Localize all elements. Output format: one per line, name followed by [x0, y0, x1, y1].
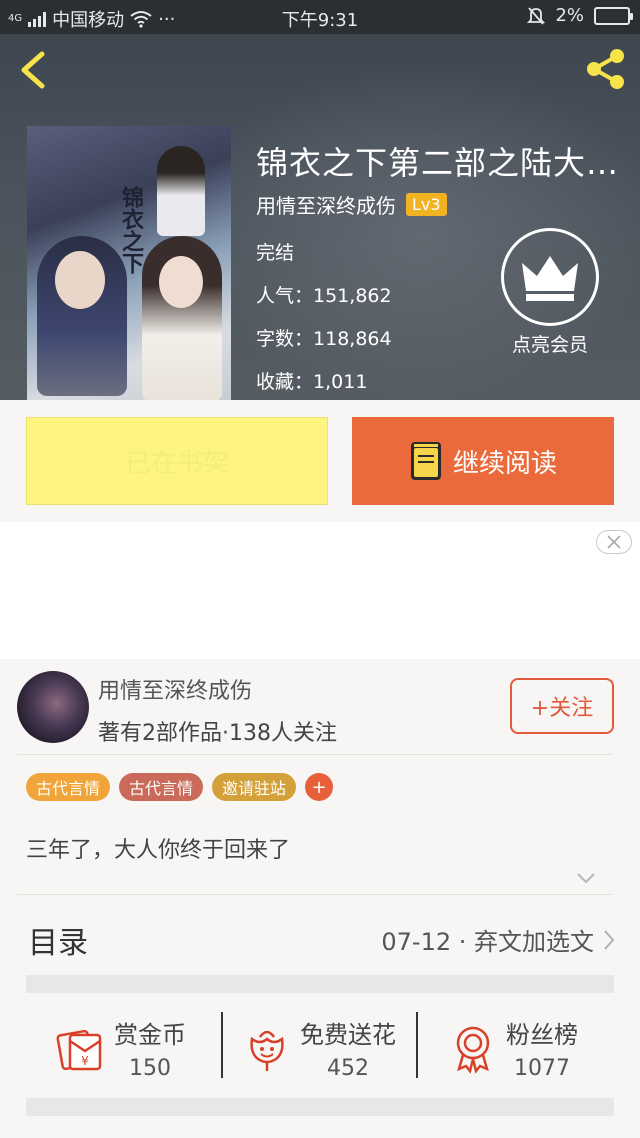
- toc-row[interactable]: 目录 07-12 · 弃文加选文: [26, 918, 616, 961]
- follow-button[interactable]: +关注: [510, 678, 614, 734]
- book-title: 锦衣之下第二部之陆大人...: [256, 144, 626, 182]
- battery-percent: 2%: [555, 5, 584, 26]
- reward-value: 150: [129, 1056, 171, 1081]
- fans-label: 粉丝榜: [506, 1021, 578, 1049]
- vip-button[interactable]: 点亮会员: [500, 228, 600, 358]
- word-count-label: 字数：: [256, 328, 314, 350]
- tag-chip[interactable]: 邀请驻站: [212, 773, 297, 801]
- popularity-value: 151,862: [313, 285, 392, 307]
- share-icon[interactable]: [580, 44, 630, 94]
- section-separator: [26, 1098, 614, 1116]
- status-bar: 4G 中国移动 ··· 下午9:31 2%: [0, 0, 640, 34]
- ad-close-button[interactable]: [596, 530, 632, 554]
- reward-coins-button[interactable]: ¥ 赏金币 150: [54, 1000, 186, 1096]
- continue-reading-button[interactable]: 继续阅读: [352, 417, 614, 505]
- red-envelope-icon: ¥: [56, 1029, 102, 1071]
- author-card[interactable]: 用情至深终成伤 著有2部作品·138人关注 +关注: [0, 659, 640, 755]
- ad-banner: [0, 522, 640, 659]
- back-arrow-icon[interactable]: [14, 48, 54, 92]
- book-status: 完结: [256, 242, 295, 264]
- chevron-down-icon[interactable]: [576, 872, 596, 884]
- flowers-value: 452: [327, 1056, 369, 1081]
- favorites-value: 1,011: [313, 371, 368, 393]
- on-shelf-label: 已在书架: [124, 448, 229, 479]
- fans-value: 1077: [514, 1056, 570, 1081]
- book-intro: 三年了，大人你终于回来了: [26, 838, 291, 863]
- divider: [416, 1012, 418, 1078]
- word-count-value: 118,864: [313, 328, 392, 350]
- chevron-right-icon: [604, 930, 615, 950]
- popularity-label: 人气：: [256, 285, 314, 307]
- follow-label: +关注: [530, 696, 594, 721]
- svg-text:¥: ¥: [81, 1054, 89, 1068]
- battery-icon: [594, 6, 633, 25]
- close-icon: [607, 535, 621, 549]
- free-flowers-button[interactable]: 免费送花 452: [240, 1000, 396, 1096]
- flower-icon: [250, 1030, 284, 1071]
- fans-ranking-button[interactable]: 粉丝榜 1077: [446, 1000, 578, 1096]
- book-icon: [410, 442, 441, 480]
- level-badge: Lv3: [406, 193, 447, 216]
- divider: [221, 1012, 223, 1078]
- tag-chip[interactable]: 古代言情: [119, 773, 204, 801]
- stats-row: ¥ 赏金币 150 免费送花 452 粉丝榜 1077: [26, 1000, 614, 1096]
- add-tag-button[interactable]: +: [305, 773, 334, 801]
- favorites-label: 收藏：: [256, 371, 314, 393]
- action-bar: 已在书架 继续阅读: [0, 400, 640, 522]
- mute-bell-icon: [527, 6, 546, 25]
- flowers-label: 免费送花: [300, 1021, 396, 1049]
- latest-chapter: 07-12 · 弃文加选文: [381, 928, 594, 956]
- cover-title-art: 锦衣之下: [118, 186, 144, 274]
- vip-label: 点亮会员: [511, 334, 588, 356]
- avatar[interactable]: [17, 671, 89, 743]
- medal-icon: [456, 1026, 490, 1074]
- book-header: 锦衣之下 锦衣之下第二部之陆大人... 用情至深终成伤 Lv3 完结 人气：15…: [0, 34, 640, 400]
- divider: [17, 894, 613, 895]
- popularity-stat: 人气：151,862: [256, 281, 392, 308]
- tag-chip[interactable]: 古代言情: [26, 773, 111, 801]
- favorites-stat: 收藏：1,011: [256, 367, 367, 394]
- author-name[interactable]: 用情至深终成伤: [256, 190, 396, 219]
- toc-label: 目录: [28, 926, 88, 961]
- author-card-stats: 著有2部作品·138人关注: [98, 721, 337, 746]
- crown-icon: [501, 228, 599, 326]
- on-shelf-button[interactable]: 已在书架: [26, 417, 328, 505]
- tag-list: 古代言情 古代言情 邀请驻站 +: [26, 773, 334, 801]
- book-cover[interactable]: 锦衣之下: [27, 126, 231, 400]
- continue-reading-label: 继续阅读: [452, 448, 557, 479]
- section-separator: [26, 975, 614, 993]
- author-card-name: 用情至深终成伤: [98, 679, 253, 704]
- reward-label: 赏金币: [114, 1021, 186, 1049]
- word-count-stat: 字数：118,864: [256, 324, 392, 351]
- divider: [17, 754, 613, 755]
